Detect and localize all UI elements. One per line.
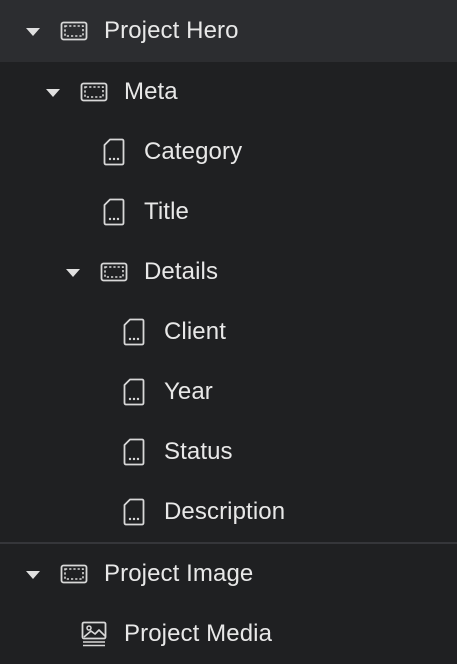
text-field-icon bbox=[123, 438, 145, 466]
tree-item-label: Status bbox=[164, 438, 233, 465]
tree-item-label: Details bbox=[144, 258, 219, 285]
text-field-icon bbox=[123, 498, 145, 526]
tree-item-label: Project Hero bbox=[104, 17, 239, 44]
section-icon bbox=[60, 21, 88, 41]
tree-item-year[interactable]: Year bbox=[0, 362, 457, 422]
tree-item-status[interactable]: Status bbox=[0, 422, 457, 482]
tree-item-label: Year bbox=[164, 378, 213, 405]
tree-item-details[interactable]: Details bbox=[0, 242, 457, 302]
tree-item-client[interactable]: Client bbox=[0, 302, 457, 362]
tree-item-project-media[interactable]: Project Media bbox=[0, 604, 457, 664]
tree-item-label: Description bbox=[164, 498, 286, 525]
tree-item-project-hero[interactable]: Project Hero bbox=[0, 0, 457, 62]
caret-down-icon[interactable] bbox=[26, 571, 40, 579]
tree-item-label: Project Image bbox=[104, 560, 254, 587]
caret-down-icon[interactable] bbox=[66, 269, 80, 277]
layer-tree: Project Hero Meta Category Title Details… bbox=[0, 0, 457, 664]
section-icon bbox=[100, 262, 128, 282]
caret-down-icon[interactable] bbox=[46, 89, 60, 97]
tree-item-label: Category bbox=[144, 138, 243, 165]
tree-item-meta[interactable]: Meta bbox=[0, 62, 457, 122]
section-icon bbox=[80, 82, 108, 102]
tree-item-title[interactable]: Title bbox=[0, 182, 457, 242]
tree-item-label: Title bbox=[144, 198, 189, 225]
section-icon bbox=[60, 564, 88, 584]
text-field-icon bbox=[123, 378, 145, 406]
text-field-icon bbox=[103, 138, 125, 166]
text-field-icon bbox=[103, 198, 125, 226]
image-icon bbox=[81, 621, 107, 647]
tree-item-label: Client bbox=[164, 318, 226, 345]
tree-item-label: Meta bbox=[124, 78, 178, 105]
tree-item-category[interactable]: Category bbox=[0, 122, 457, 182]
caret-down-icon[interactable] bbox=[26, 28, 40, 36]
tree-item-label: Project Media bbox=[124, 620, 273, 647]
tree-item-project-image[interactable]: Project Image bbox=[0, 544, 457, 604]
tree-item-description[interactable]: Description bbox=[0, 482, 457, 542]
text-field-icon bbox=[123, 318, 145, 346]
